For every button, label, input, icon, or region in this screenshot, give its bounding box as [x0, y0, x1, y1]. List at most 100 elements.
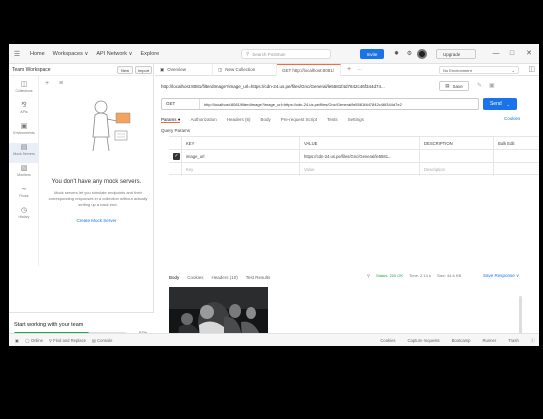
request-title[interactable]: http://localhost:8081/filterdImage?image…	[161, 84, 385, 89]
menu-icon[interactable]: ☰	[12, 50, 22, 58]
collections-icon: ◫	[20, 81, 28, 88]
satellite-icon[interactable]: ✸	[392, 49, 401, 59]
response-tab-body[interactable]: Body	[169, 275, 179, 280]
response-size: Size: 44.6 KB	[436, 273, 462, 278]
save-icon: ▤	[445, 83, 450, 88]
tab-overflow-icon[interactable]: ···	[357, 67, 362, 73]
nav-explore[interactable]: Explore	[141, 51, 160, 57]
collection-icon: ◫	[218, 66, 223, 72]
response-time: Time: 2.14 s	[409, 273, 431, 278]
mock-server-illustration	[92, 100, 131, 152]
request-tabs: Params ● Authorization Headers (6) Body …	[161, 115, 526, 124]
footer-right: Cookies Capture requests Bootcamp Runner…	[374, 334, 535, 346]
mock-servers-icon: ▤	[20, 144, 28, 151]
footer-cookies[interactable]: Cookies	[380, 338, 395, 343]
table-row: ✓ image_url https://cdn-24.us.pe/files/G…	[169, 149, 539, 163]
sidebar-item-flows[interactable]: ∼ Flows	[9, 185, 39, 205]
add-icon[interactable]: +	[45, 80, 49, 87]
flows-icon: ∼	[21, 186, 27, 193]
url-bar: GET http://localhost:8081/filterdImage?i…	[161, 98, 479, 110]
response-tab-cookies[interactable]: Cookies	[187, 275, 203, 280]
response-meta: ⚲ Status: 200 OK Time: 2.14 s Size: 44.6…	[367, 273, 461, 278]
status-bar: ▣ ◯ Online ⚲ Find and Replace ▤ Console …	[9, 333, 539, 346]
upgrade-button[interactable]: Upgrade	[436, 49, 476, 59]
footer-capture-requests[interactable]: Capture requests	[408, 338, 440, 343]
new-button[interactable]: New	[117, 66, 133, 74]
method-select[interactable]: GET	[162, 99, 200, 109]
tab-new-collection[interactable]: ◫ New Collection	[213, 63, 277, 76]
search-placeholder: Search Postman	[252, 51, 286, 57]
new-key-input[interactable]: Key	[181, 163, 299, 176]
nav-api-network[interactable]: API Network ∨	[96, 51, 132, 57]
new-value-input[interactable]: Value	[299, 163, 419, 176]
postman-window: ☰ Home Workspaces ∨ API Network ∨ Explor…	[9, 44, 539, 346]
sidebar-item-monitors[interactable]: ▧ Monitors	[9, 164, 39, 184]
sidebar-item-history[interactable]: ◷ History	[9, 206, 39, 226]
environment-quick-look-icon[interactable]: ◫	[528, 65, 535, 73]
save-response-button[interactable]: Save Response ∨	[483, 273, 519, 279]
response-bar: Body Cookies Headers (10) Test Results ⚲…	[169, 272, 539, 282]
tab-settings[interactable]: Settings	[348, 117, 364, 122]
tab-pre-request-script[interactable]: Pre-request Script	[281, 117, 317, 122]
table-row-placeholder: Key Value Description	[169, 162, 539, 176]
footer-online[interactable]: ◯ Online	[25, 338, 43, 343]
close-icon[interactable]: ✕	[523, 48, 535, 60]
tab-params[interactable]: Params ●	[161, 117, 181, 123]
tab-authorization[interactable]: Authorization	[190, 117, 216, 122]
minimize-icon[interactable]: —	[490, 48, 502, 60]
footer-console[interactable]: ▤ Console	[92, 338, 113, 343]
tab-body[interactable]: Body	[261, 117, 271, 122]
new-tab-icon[interactable]: +	[347, 66, 351, 73]
footer-runner[interactable]: Runner	[483, 338, 497, 343]
params-header-row: KEY VALUE DESCRIPTION Bulk Edit	[169, 136, 539, 150]
nav-workspaces[interactable]: Workspaces ∨	[53, 51, 89, 57]
footer-find-replace[interactable]: ⚲ Find and Replace	[49, 338, 86, 343]
tab-strip: ▣ Overview ◫ New Collection GET http://l…	[155, 63, 539, 76]
chevron-down-icon: ⌄	[511, 67, 515, 73]
response-tab-headers[interactable]: Headers (10)	[212, 275, 238, 280]
settings-icon[interactable]: ⚙	[405, 49, 414, 59]
sidebar-item-apis[interactable]: ⅋ APIs	[9, 101, 39, 121]
sidebar-rail: ◫ Collections ⅋ APIs ▣ Environments ▤ Mo…	[9, 76, 39, 266]
environment-select[interactable]: No Environment ⌄	[439, 66, 519, 74]
response-scrollbar[interactable]	[519, 296, 522, 336]
tab-request[interactable]: GET http://localhost:8081/	[277, 63, 341, 76]
url-input[interactable]: http://localhost:8081/filterdImage?image…	[200, 102, 402, 107]
footer-trash[interactable]: Trash	[508, 338, 519, 343]
globe-icon: ⚲	[367, 273, 370, 278]
workspace-name[interactable]: Team Workspace	[12, 67, 51, 73]
sidebar: Team Workspace New Import ◫ Collections …	[9, 64, 154, 346]
top-bar: ☰ Home Workspaces ∨ API Network ∨ Explor…	[9, 44, 539, 64]
search-input[interactable]: ⚲ Search Postman	[241, 49, 331, 59]
param-enabled-checkbox[interactable]: ✓	[173, 153, 180, 160]
tab-headers[interactable]: Headers (6)	[227, 117, 251, 122]
send-button[interactable]: Send ⌄	[483, 98, 517, 110]
sidebar-item-collections[interactable]: ◫ Collections	[9, 80, 39, 100]
invite-button[interactable]: Invite	[360, 49, 384, 59]
overview-icon: ▣	[160, 66, 165, 72]
chevron-down-icon: ⌄	[506, 101, 511, 107]
new-description-input[interactable]: Description	[419, 163, 493, 176]
filter-icon[interactable]: ≡	[59, 80, 63, 87]
tab-overview[interactable]: ▣ Overview	[155, 63, 213, 76]
search-icon: ⚲	[246, 51, 250, 56]
onboarding-title: Start working with your team	[14, 322, 84, 328]
footer-bootcamp[interactable]: Bootcamp	[452, 338, 471, 343]
edit-icon[interactable]: ✎	[477, 82, 482, 89]
help-icon[interactable]: ⓘ	[531, 338, 535, 344]
avatar[interactable]	[417, 49, 427, 59]
sidebar-item-mock-servers[interactable]: ▤ Mock Servers	[9, 143, 39, 163]
response-tab-test-results[interactable]: Test Results	[246, 275, 271, 280]
nav-home[interactable]: Home	[30, 51, 45, 57]
maximize-icon[interactable]: □	[506, 48, 518, 60]
response-status: Status: 200 OK	[375, 273, 404, 278]
empty-state-title: You don't have any mock servers.	[51, 179, 142, 185]
create-mock-server-link[interactable]: Create Mock Server	[39, 218, 154, 223]
import-button[interactable]: Import	[135, 66, 152, 74]
comments-icon[interactable]: ▣	[489, 82, 495, 89]
sidebar-item-environments[interactable]: ▣ Environments	[9, 122, 39, 142]
layout-icon[interactable]: ▣	[15, 338, 19, 343]
cookies-link[interactable]: Cookies	[504, 116, 520, 121]
save-button[interactable]: ▤ Save	[439, 81, 469, 91]
tab-tests[interactable]: Tests	[327, 117, 338, 122]
